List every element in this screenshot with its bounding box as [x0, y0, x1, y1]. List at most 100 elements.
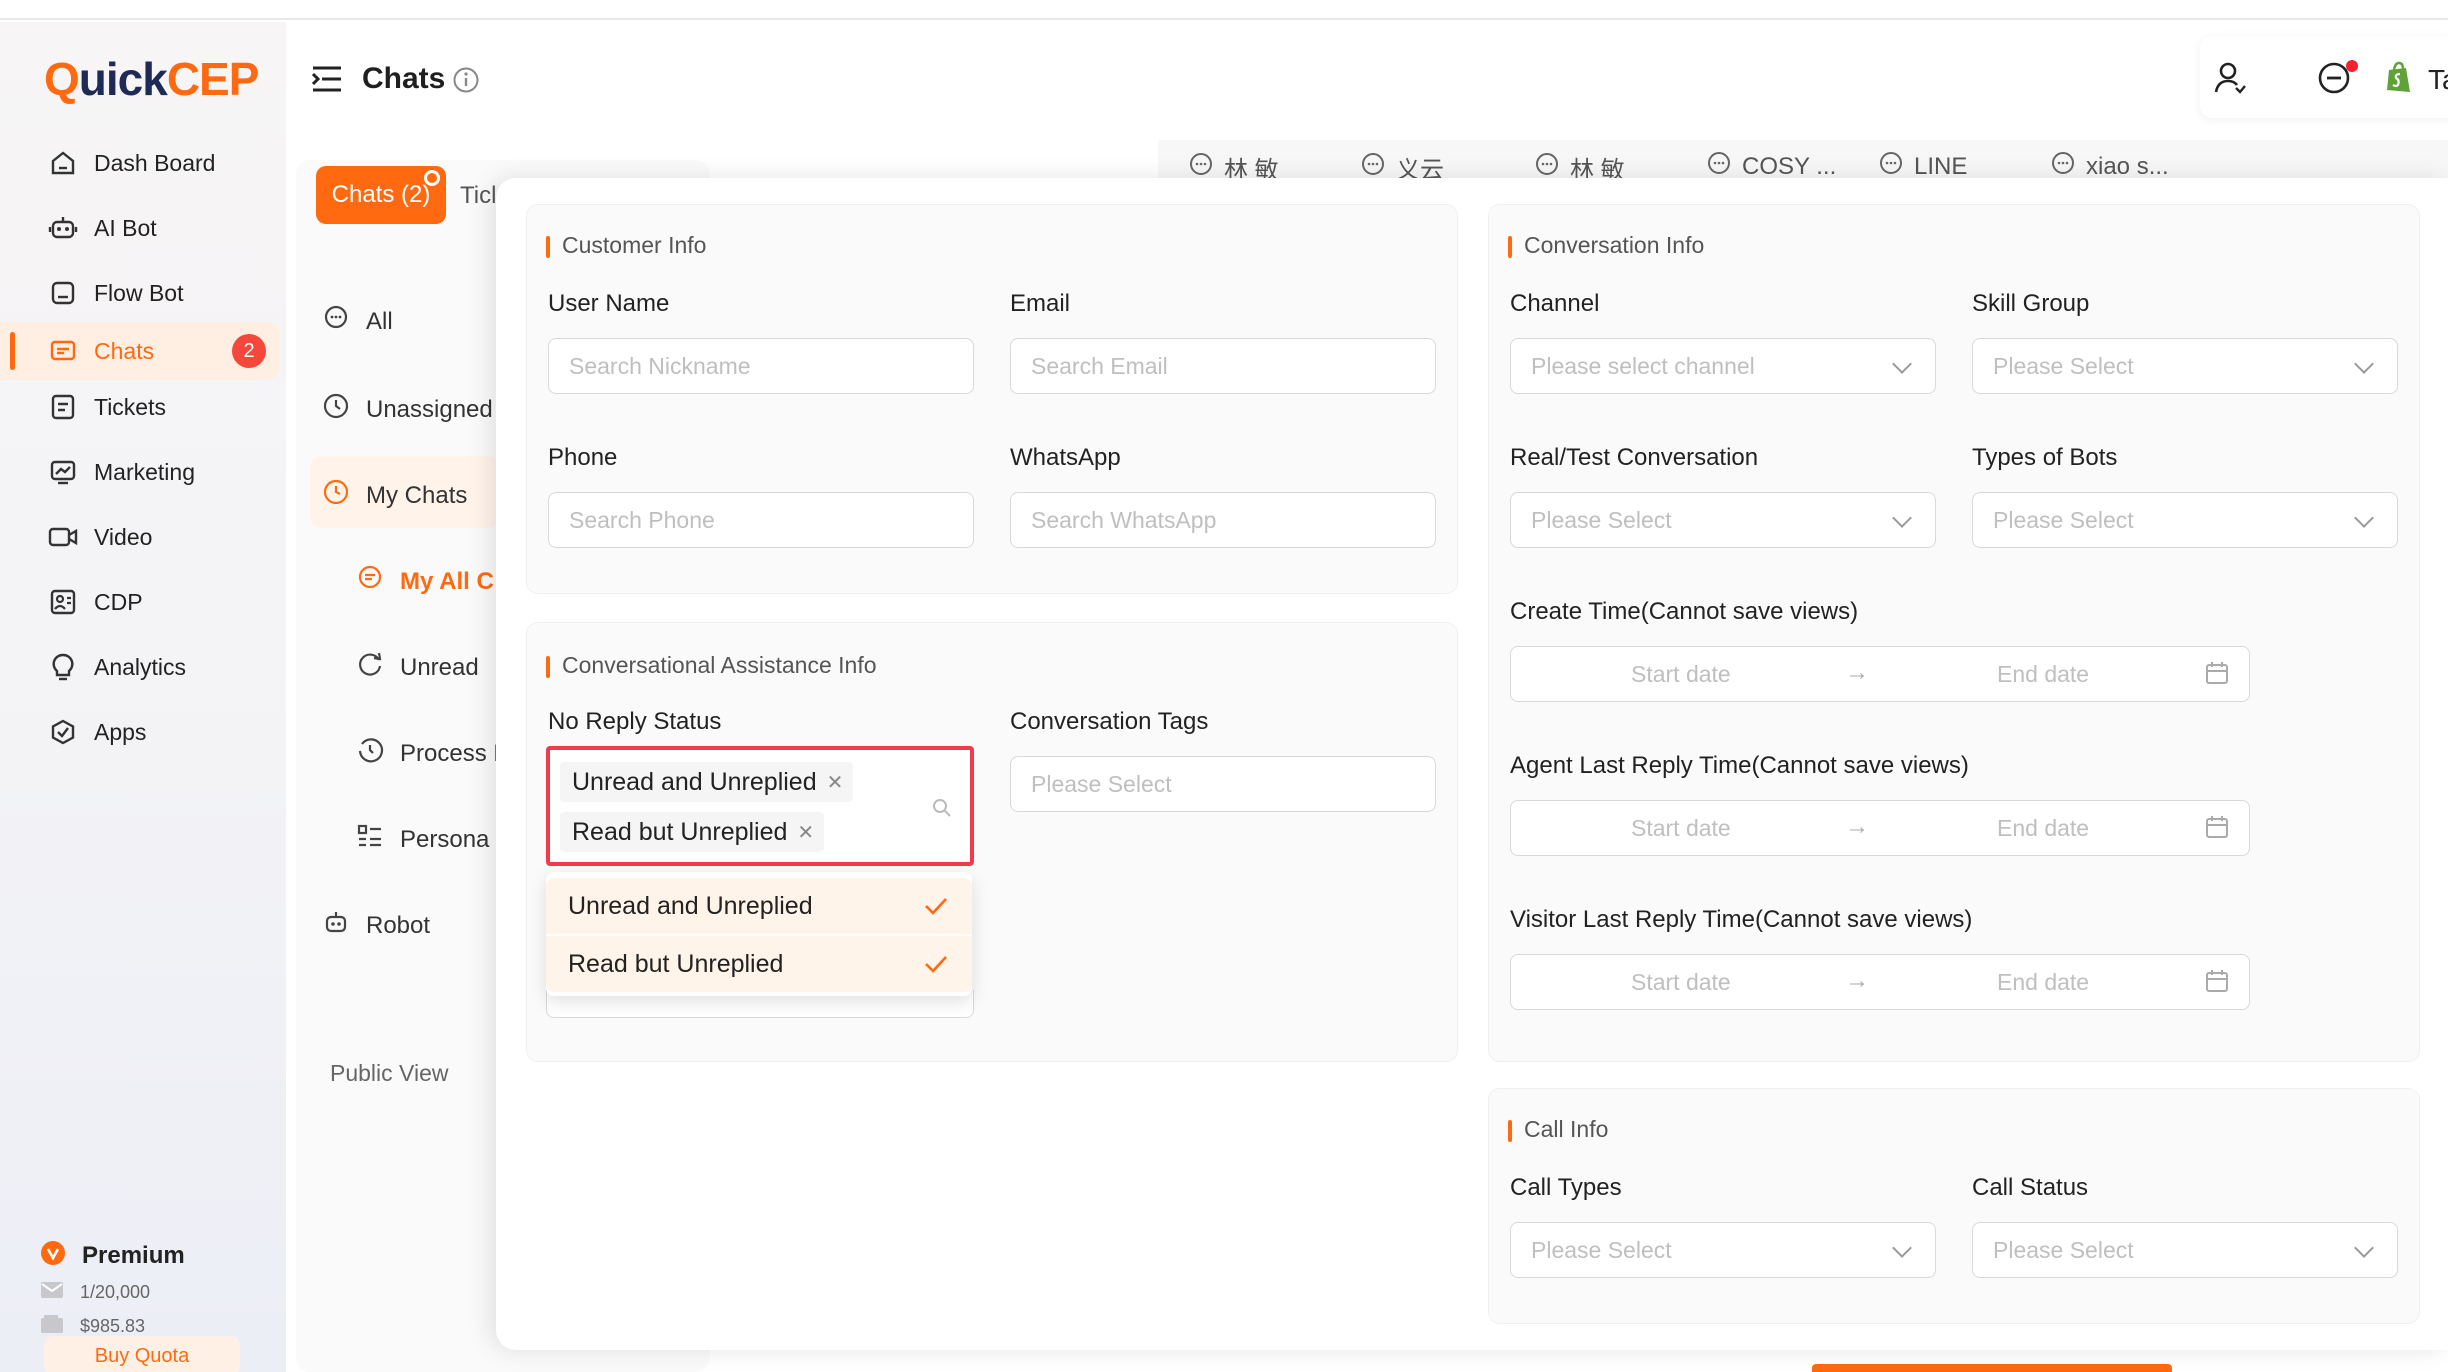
page-title: Chats: [362, 62, 446, 95]
filter-personal[interactable]: Persona: [356, 822, 489, 857]
visitor-last-reply-range[interactable]: Start date → End date: [1510, 954, 2250, 1010]
user-name-input[interactable]: Search Nickname: [548, 338, 974, 394]
visitor-last-reply-label: Visitor Last Reply Time(Cannot save view…: [1510, 906, 1973, 933]
no-reply-status-select[interactable]: Unread and Unreplied ✕ Read but Unreplie…: [546, 746, 974, 866]
ticket-icon: [48, 392, 78, 422]
buy-quota-button[interactable]: Buy Quota: [44, 1336, 240, 1372]
home-icon: [48, 148, 78, 178]
sidebar-item-tickets[interactable]: Tickets: [0, 378, 280, 436]
mail-icon: [40, 1281, 64, 1304]
create-time-range[interactable]: Start date → End date: [1510, 646, 2250, 702]
create-time-label: Create Time(Cannot save views): [1510, 598, 1859, 625]
user-settings-icon[interactable]: [2212, 60, 2248, 101]
dropdown-option[interactable]: Read but Unreplied: [546, 936, 972, 992]
sidebar-item-chats[interactable]: Chats 2: [0, 322, 280, 380]
dropdown-option[interactable]: Unread and Unreplied: [546, 878, 972, 934]
no-reply-status-label: No Reply Status: [548, 708, 722, 735]
header-right-label[interactable]: Ta: [2428, 64, 2448, 96]
filter-process[interactable]: Process L: [356, 736, 507, 771]
chat-bubble-icon: [322, 304, 350, 339]
refresh-chat-icon: [356, 650, 384, 685]
arrow-right-icon: →: [1845, 967, 1869, 994]
call-status-select[interactable]: Please Select: [1972, 1222, 2398, 1278]
bot-types-select[interactable]: Please Select: [1972, 492, 2398, 548]
skill-group-label: Skill Group: [1972, 290, 2090, 317]
channel-label: Channel: [1510, 290, 1600, 317]
user-name-label: User Name: [548, 290, 670, 317]
public-view-heading: Public View: [330, 1060, 449, 1086]
filter-my-chats[interactable]: My Chats: [322, 478, 467, 513]
agent-last-reply-range[interactable]: Start date → End date: [1510, 800, 2250, 856]
robot-icon: [48, 213, 78, 243]
timer-icon: [322, 478, 350, 513]
call-types-label: Call Types: [1510, 1174, 1622, 1201]
arrow-right-icon: →: [1845, 813, 1869, 840]
menu-toggle-icon[interactable]: [310, 64, 344, 99]
flow-icon: [48, 278, 78, 308]
filter-all[interactable]: All: [322, 304, 393, 339]
agent-last-reply-label: Agent Last Reply Time(Cannot save views): [1510, 752, 1969, 779]
cdp-icon: [48, 587, 78, 617]
premium-icon: [40, 1240, 66, 1271]
unread-badge: 2: [232, 334, 266, 368]
channel-select[interactable]: Please select channel: [1510, 338, 1936, 394]
sidebar-item-analytics[interactable]: Analytics: [0, 638, 280, 696]
filter-robot[interactable]: Robot: [322, 908, 430, 943]
email-input[interactable]: Search Email: [1010, 338, 1436, 394]
sidebar-item-dashboard[interactable]: Dash Board: [0, 134, 280, 192]
sidebar-item-video[interactable]: Video: [0, 508, 280, 566]
remove-tag-icon[interactable]: ✕: [827, 770, 844, 795]
chat-bubble-icon: [356, 564, 384, 599]
top-actions-bar: [2200, 36, 2448, 118]
chat-icon: [48, 336, 78, 366]
list-icon: [356, 822, 384, 857]
sidebar-item-apps[interactable]: Apps: [0, 703, 280, 761]
assistance-info-title: Conversational Assistance Info: [546, 652, 877, 679]
selected-tag: Unread and Unreplied ✕: [560, 762, 854, 802]
premium-plan: Premium 1/20,000 $985.83: [40, 1240, 185, 1349]
call-types-select[interactable]: Please Select: [1510, 1222, 1936, 1278]
call-info-title: Call Info: [1508, 1116, 1608, 1143]
notification-dot: [2346, 60, 2358, 72]
conversation-tags-select[interactable]: Please Select: [1010, 756, 1436, 812]
bulb-icon: [48, 652, 78, 682]
customer-info-title: Customer Info: [546, 232, 706, 259]
video-icon: [48, 522, 78, 552]
sidebar-item-marketing[interactable]: Marketing: [0, 443, 280, 501]
conversation-tags-label: Conversation Tags: [1010, 708, 1209, 735]
no-reply-status-dropdown: Unread and Unreplied Read but Unreplied: [546, 872, 972, 996]
filter-unassigned[interactable]: Unassigned: [322, 392, 493, 427]
real-test-select[interactable]: Please Select: [1510, 492, 1936, 548]
whatsapp-label: WhatsApp: [1010, 444, 1121, 471]
checkmark-icon: [922, 892, 950, 927]
info-icon[interactable]: [452, 66, 480, 99]
filter-unread[interactable]: Unread: [356, 650, 479, 685]
marketing-icon: [48, 457, 78, 487]
whatsapp-input[interactable]: Search WhatsApp: [1010, 492, 1436, 548]
phone-input[interactable]: Search Phone: [548, 492, 974, 548]
clock-icon: [322, 392, 350, 427]
arrow-right-icon: →: [1845, 659, 1869, 686]
sidebar-item-flow-bot[interactable]: Flow Bot: [0, 264, 280, 322]
bot-types-label: Types of Bots: [1972, 444, 2118, 471]
quickcep-logo[interactable]: QuickCEP: [44, 52, 259, 106]
skill-group-select[interactable]: Please Select: [1972, 338, 2398, 394]
real-test-label: Real/Test Conversation: [1510, 444, 1759, 471]
sidebar-item-cdp[interactable]: CDP: [0, 573, 280, 631]
email-label: Email: [1010, 290, 1071, 317]
tab-tickets[interactable]: Ticl: [460, 182, 496, 210]
shopify-icon[interactable]: [2384, 60, 2414, 99]
bottom-action-bar: [1812, 1364, 2172, 1372]
call-status-label: Call Status: [1972, 1174, 2089, 1201]
remove-tag-icon[interactable]: ✕: [797, 820, 814, 845]
calendar-icon: [2205, 661, 2229, 691]
search-icon: [932, 798, 952, 823]
call-info-card: [1488, 1088, 2420, 1324]
calendar-icon: [2205, 969, 2229, 999]
phone-label: Phone: [548, 444, 618, 471]
sidebar-item-ai-bot[interactable]: AI Bot: [0, 199, 280, 257]
clock-arrow-icon: [356, 736, 384, 771]
window-top-bar: [0, 0, 2448, 20]
conversation-info-title: Conversation Info: [1508, 232, 1704, 259]
filter-my-all-chats[interactable]: My All C: [356, 564, 494, 599]
